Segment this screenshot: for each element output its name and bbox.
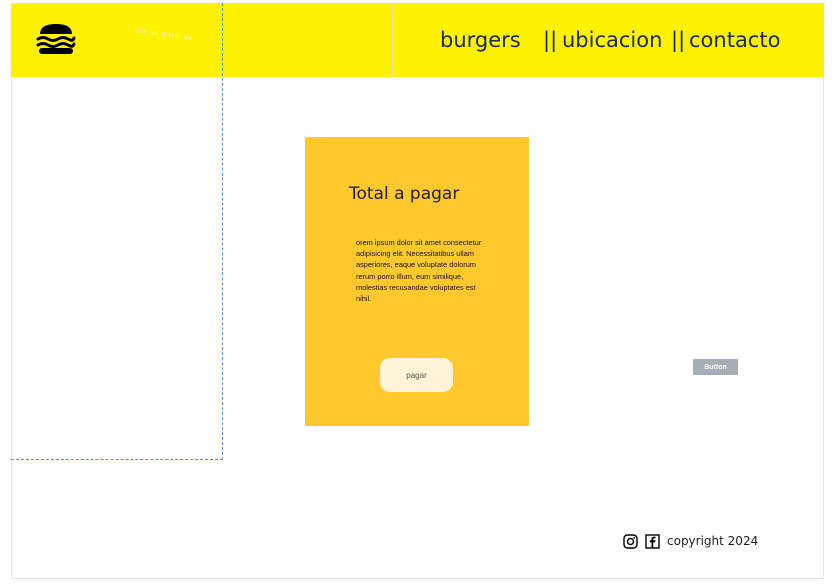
- payment-card: Total a pagar orem ipsum dolor sit amet …: [305, 137, 529, 426]
- card-description: orem ipsum dolor sit amet consectetur ad…: [356, 238, 482, 304]
- generic-button[interactable]: Button: [693, 359, 738, 375]
- header-divider: [392, 3, 393, 77]
- copyright-text: copyright 2024: [667, 534, 759, 548]
- nav-link-contacto[interactable]: contacto: [689, 28, 780, 58]
- nav-link-ubicacion[interactable]: ubicacion: [562, 28, 662, 58]
- pay-button[interactable]: pagar: [380, 358, 453, 392]
- nav-link-ubicacion-text[interactable]: ubicacion: [562, 28, 662, 52]
- instagram-icon[interactable]: [623, 533, 638, 549]
- nav-separator: ||: [543, 28, 558, 52]
- nav-link-contacto-text[interactable]: contacto: [689, 28, 780, 52]
- card-title: Total a pagar: [349, 184, 460, 204]
- site-footer: copyright 2024: [623, 532, 758, 550]
- nav-link-burgers-text[interactable]: burgers: [440, 28, 521, 52]
- nav-separator: ||: [671, 28, 686, 52]
- nav-link-burgers[interactable]: burgers: [440, 28, 521, 58]
- facebook-icon[interactable]: [645, 533, 660, 549]
- selection-outline: [11, 3, 223, 460]
